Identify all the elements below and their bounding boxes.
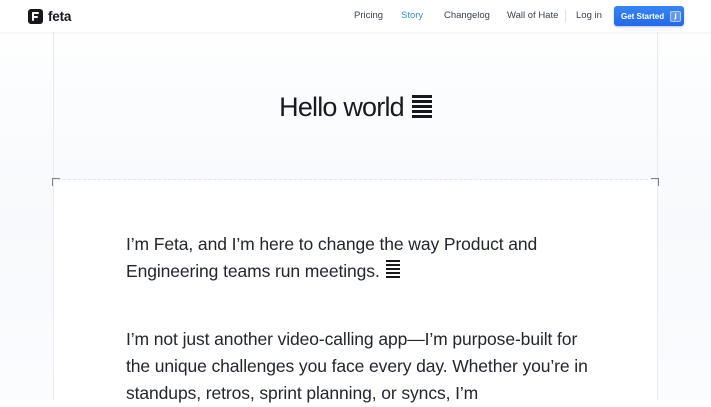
frame-right-border xyxy=(657,32,658,400)
corner-mark-right xyxy=(651,178,659,186)
story-paragraph-2: I’m not just another video-calling app—I… xyxy=(126,329,588,403)
feta-bars-icon xyxy=(385,260,400,280)
top-nav-bar: feta Pricing Story Changelog Wall of Hat… xyxy=(0,0,711,32)
feta-bars-icon xyxy=(411,95,432,120)
story-paragraph-1: I’m Feta, and I’m here to change the way… xyxy=(126,231,596,285)
brand-name: feta xyxy=(48,8,72,24)
hero-title-text: Hello world xyxy=(279,92,405,122)
login-link[interactable]: Log in xyxy=(576,10,602,21)
hero-heading: Hello world xyxy=(0,92,711,123)
brand-logo-link[interactable]: feta xyxy=(28,8,71,24)
nav-changelog[interactable]: Changelog xyxy=(444,10,490,21)
nav-story[interactable]: Story xyxy=(401,10,423,21)
story-paragraph-1-text: I’m Feta, and I’m here to change the way… xyxy=(126,234,538,281)
get-started-label: Get Started xyxy=(621,11,665,21)
feta-logo-icon xyxy=(28,8,43,24)
get-started-button[interactable]: Get Started J xyxy=(614,6,684,26)
corner-mark-left xyxy=(52,178,60,186)
nav-pricing[interactable]: Pricing xyxy=(354,10,383,21)
nav-divider xyxy=(565,10,566,22)
keyboard-shortcut-badge: J xyxy=(670,10,682,22)
nav-wall-of-hate[interactable]: Wall of Hate xyxy=(507,10,558,21)
